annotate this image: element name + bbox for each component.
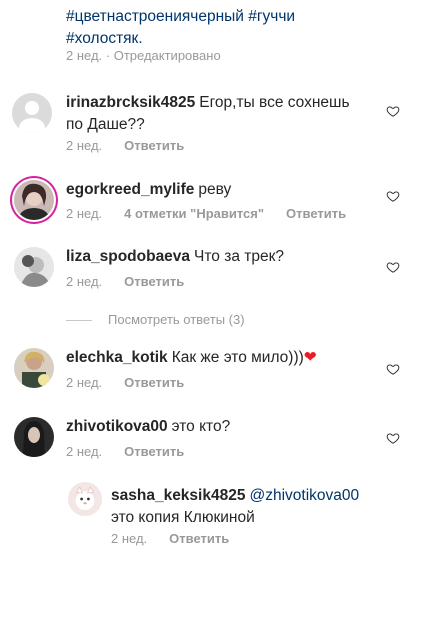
comment-4: elechka_kotik Как же это мило)))❤: [66, 347, 396, 369]
post-caption: #цветнастроениячерный #гуччи #холостяк.: [66, 6, 396, 50]
comment-body: Как же это мило))): [171, 349, 304, 366]
caption-hashtags-line2[interactable]: #холостяк.: [66, 28, 396, 50]
caption-meta: 2 нед. · Отредактировано: [66, 48, 221, 63]
comment-body: это копия Клюкиной: [111, 509, 255, 526]
comment-username[interactable]: zhivotikova00: [66, 418, 168, 435]
comment-time: 2 нед.: [66, 274, 103, 289]
likes-count[interactable]: 4 отметки "Нравится": [124, 206, 264, 221]
comment-username[interactable]: elechka_kotik: [66, 349, 168, 366]
caption-hashtags-line1[interactable]: #цветнастроениячерный #гуччи: [66, 6, 396, 28]
view-replies-link[interactable]: Посмотреть ответы (3): [66, 312, 245, 327]
comment-username[interactable]: liza_spodobaeva: [66, 248, 190, 265]
reply-button[interactable]: Ответить: [124, 274, 184, 289]
comment-body: это кто?: [171, 418, 231, 435]
avatar-egorkreed_mylife[interactable]: [14, 180, 54, 220]
comment-5: zhivotikova00 это кто?: [66, 416, 386, 438]
view-replies-label[interactable]: Посмотреть ответы (3): [108, 312, 245, 327]
comment-2: egorkreed_mylife реву: [66, 179, 386, 201]
like-heart-icon[interactable]: [386, 362, 400, 376]
comment-username[interactable]: egorkreed_mylife: [66, 181, 194, 198]
comment-body-cont: по Даше??: [66, 116, 145, 133]
comment-body: Егор,ты все сохнешь: [199, 94, 350, 111]
comment-time: 2 нед.: [66, 206, 103, 221]
comment-time: 2 нед.: [66, 444, 103, 459]
comment-2-meta: 2 нед. 4 отметки "Нравится" Ответить: [66, 206, 346, 221]
comment-username[interactable]: sasha_keksik4825: [111, 487, 245, 504]
comment-username[interactable]: irinazbrcksik4825: [66, 94, 195, 111]
comment-3-meta: 2 нед. Ответить: [66, 274, 184, 289]
comment-body: Что за трек?: [194, 248, 285, 265]
mention-link[interactable]: @zhivotikova00: [249, 487, 359, 504]
reply-button[interactable]: Ответить: [169, 531, 229, 546]
comment-time: 2 нед.: [111, 531, 148, 546]
reply-comment: sasha_keksik4825 @zhivotikova00 это копия…: [111, 485, 401, 529]
reply-button[interactable]: Ответить: [124, 444, 184, 459]
comment-time: 2 нед.: [66, 375, 103, 390]
reply-button[interactable]: Ответить: [286, 206, 346, 221]
comment-3: liza_spodobaeva Что за трек?: [66, 246, 386, 268]
avatar-irinazbrcksik4825[interactable]: [12, 93, 52, 133]
reply-comment-meta: 2 нед. Ответить: [111, 531, 229, 546]
like-heart-icon[interactable]: [386, 260, 400, 274]
comment-1-meta: 2 нед. Ответить: [66, 138, 184, 153]
replies-dash: [66, 320, 92, 322]
heart-emoji: ❤: [303, 349, 317, 366]
like-heart-icon[interactable]: [386, 189, 400, 203]
comment-4-meta: 2 нед. Ответить: [66, 375, 184, 390]
avatar-sasha_keksik4825[interactable]: [68, 482, 102, 516]
comment-body: реву: [198, 181, 232, 198]
comment-1: irinazbrcksik4825 Егор,ты все сохнешь по …: [66, 92, 386, 136]
comment-5-meta: 2 нед. Ответить: [66, 444, 184, 459]
comment-time: 2 нед.: [66, 138, 103, 153]
avatar-zhivotikova00[interactable]: [14, 417, 54, 457]
avatar-elechka_kotik[interactable]: [14, 348, 54, 388]
avatar-liza_spodobaeva[interactable]: [14, 247, 54, 287]
reply-button[interactable]: Ответить: [124, 138, 184, 153]
like-heart-icon[interactable]: [386, 431, 400, 445]
reply-button[interactable]: Ответить: [124, 375, 184, 390]
like-heart-icon[interactable]: [386, 104, 400, 118]
